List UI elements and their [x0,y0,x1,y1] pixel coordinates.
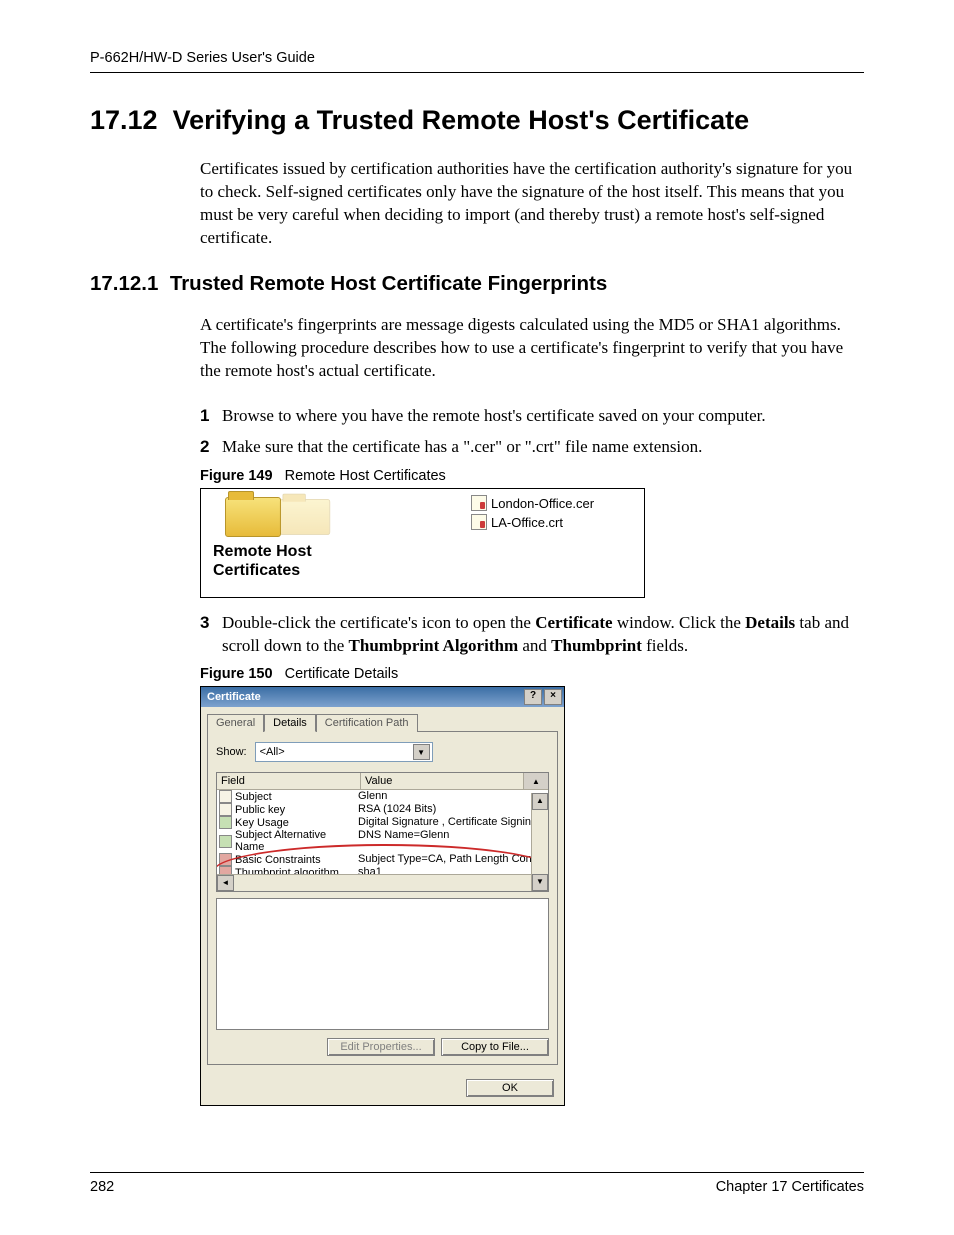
property-icon [219,853,232,866]
help-button[interactable]: ? [524,689,542,705]
folder-label-line1: Remote Host [213,543,312,560]
show-dropdown[interactable]: <All> ▼ [255,742,433,762]
subsection-number: 17.12.1 [90,272,158,295]
scroll-up-button[interactable]: ▲ [523,773,548,789]
property-icon [219,816,232,829]
section-heading: 17.12 Verifying a Trusted Remote Host's … [90,105,864,136]
file-name: LA-Office.crt [491,515,563,530]
list-row[interactable]: Key UsageDigital Signature , Certificate… [217,816,548,829]
tab-certification-path[interactable]: Certification Path [316,714,418,732]
dialog-titlebar: Certificate ? × [201,687,564,707]
property-icon [219,803,232,816]
subsection-intro: A certificate's fingerprints are message… [90,314,864,383]
dialog-title: Certificate [207,691,261,703]
subsection-title-text: Trusted Remote Host Certificate Fingerpr… [170,272,607,295]
file-name: London-Office.cer [491,496,594,511]
column-value[interactable]: Value [361,773,523,789]
ok-button[interactable]: OK [466,1079,554,1097]
close-button[interactable]: × [544,689,562,705]
detail-value-pane [216,898,549,1030]
file-item[interactable]: LA-Office.crt [471,514,594,530]
property-icon [219,866,232,874]
figure-149: Remote Host Certificates London-Office.c… [200,488,645,598]
copy-to-file-button[interactable]: Copy to File... [441,1038,549,1056]
details-tab-pane: Show: <All> ▼ Field Value ▲ SubjectGlenn… [207,731,558,1065]
figure-149-caption: Figure 149 Remote Host Certificates [200,468,864,484]
scroll-up-icon[interactable]: ▲ [532,793,548,810]
tab-strip: General Details Certification Path [201,707,564,731]
list-row[interactable]: Basic ConstraintsSubject Type=CA, Path L… [217,853,548,866]
running-header: P-662H/HW-D Series User's Guide [90,50,864,73]
figure-149-label: Figure 149 [200,468,273,484]
list-row[interactable]: Thumbprint algorithmsha1 [217,866,548,874]
chapter-label: Chapter 17 Certificates [716,1179,864,1195]
section-number: 17.12 [90,105,158,135]
list-row[interactable]: Public keyRSA (1024 Bits) [217,803,548,816]
show-dropdown-value: <All> [260,746,285,758]
step-3-text: Double-click the certificate's icon to o… [222,613,849,655]
certificate-dialog: Certificate ? × General Details Certific… [200,686,565,1106]
horizontal-scrollbar[interactable]: ◄ ► [217,874,548,891]
folder-icon [280,499,330,535]
folder-label: Remote Host Certificates [213,543,467,580]
figure-150-caption: Figure 150 Certificate Details [200,666,864,682]
list-row[interactable]: SubjectGlenn [217,790,548,803]
property-icon [219,835,232,848]
field-listview[interactable]: Field Value ▲ SubjectGlenn Public keyRSA… [216,772,549,892]
figure-150-label: Figure 150 [200,666,273,682]
page-footer: 282 Chapter 17 Certificates [90,1172,864,1195]
tab-details[interactable]: Details [264,714,316,732]
folder-area: Remote Host Certificates [207,493,467,580]
certificate-file-icon [471,495,487,511]
list-row[interactable]: Subject Alternative NameDNS Name=Glenn [217,829,548,853]
property-icon [219,790,232,803]
step-1: Browse to where you have the remote host… [200,405,864,428]
section-title-text: Verifying a Trusted Remote Host's Certif… [173,105,750,135]
step-2: Make sure that the certificate has a ".c… [200,436,864,459]
step-3-number: 3 [200,612,209,635]
file-list: London-Office.cer LA-Office.crt [471,495,594,533]
folder-icon [225,497,281,537]
subsection-heading: 17.12.1 Trusted Remote Host Certificate … [90,272,864,296]
figure-150-caption-text: Certificate Details [285,666,399,682]
folder-label-line2: Certificates [213,562,300,579]
tab-general[interactable]: General [207,714,264,732]
edit-properties-button: Edit Properties... [327,1038,435,1056]
step-3: 3 Double-click the certificate's icon to… [200,612,864,658]
listview-body: SubjectGlenn Public keyRSA (1024 Bits) K… [217,790,548,874]
page-number: 282 [90,1179,114,1195]
certificate-file-icon [471,514,487,530]
figure-149-caption-text: Remote Host Certificates [285,468,446,484]
show-label: Show: [216,746,247,758]
section-intro: Certificates issued by certification aut… [90,158,864,250]
vertical-scrollbar[interactable]: ▲ ▼ [531,793,548,891]
scroll-down-icon[interactable]: ▼ [532,874,548,891]
scroll-left-icon[interactable]: ◄ [217,875,234,891]
column-field[interactable]: Field [217,773,361,789]
chevron-down-icon[interactable]: ▼ [413,744,430,760]
listview-header: Field Value ▲ [217,773,548,790]
file-item[interactable]: London-Office.cer [471,495,594,511]
